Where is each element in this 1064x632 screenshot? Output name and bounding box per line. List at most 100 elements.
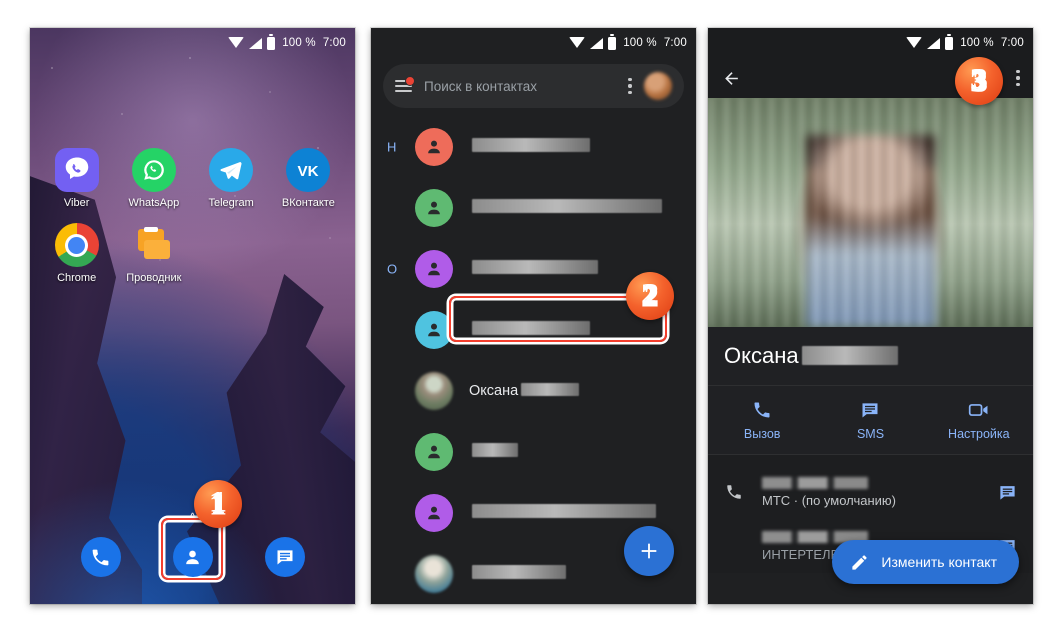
vk-icon: VK [286,148,331,192]
contact-avatar [415,493,453,532]
contact-avatar [415,188,453,227]
action-label: Настройка [948,427,1010,441]
step-marker-3: 3 [955,57,1003,105]
action-call[interactable]: Вызов [708,386,816,454]
contact-list-item[interactable]: Оксана [371,360,696,421]
app-grid: Viber WhatsApp Telegram VK ВКонтакте Chr… [30,148,355,284]
hamburger-icon[interactable] [395,75,415,93]
contact-avatar [415,371,453,410]
edit-contact-label: Изменить контакт [881,554,997,570]
signal-icon [927,37,941,49]
contact-name-header: Оксана [708,327,1033,386]
kebab-icon[interactable] [1016,69,1020,87]
redacted-surname [801,346,898,365]
phone-home-screen: 100 % 7:00 Viber WhatsApp Telegram VK ВК… [30,28,355,604]
clock-label: 7:00 [1000,37,1024,49]
step-marker-1: 1 [194,480,242,528]
search-input[interactable]: Поиск в контактах [424,79,616,94]
edit-contact-fab[interactable]: Изменить контакт [832,540,1019,584]
redacted-text [472,443,518,457]
app-telegram[interactable]: Telegram [193,148,270,209]
file-explorer-icon [132,223,176,267]
message-icon[interactable] [998,483,1017,502]
action-video-setup[interactable]: Настройка [925,386,1033,454]
phone-number-info: МТС · (по умолчанию) [762,476,980,508]
wifi-icon [228,37,245,48]
svg-text:VK: VK [298,163,319,180]
dock-slot-messages[interactable] [254,528,316,586]
redacted-text [472,321,590,335]
contact-name [469,199,662,216]
contact-list-item[interactable] [371,421,696,482]
home-dock [30,528,355,586]
status-bar-home: 100 % 7:00 [30,28,355,58]
contacts-icon [172,537,213,577]
contact-name-text: Оксана [724,343,799,368]
redacted-text [472,260,598,274]
app-vkontakte[interactable]: VK ВКонтакте [270,148,347,209]
whatsapp-icon [131,148,176,192]
action-label: SMS [856,427,885,441]
contact-list-item[interactable]: Н [371,116,696,177]
contact-name [469,138,590,155]
wifi-icon [569,37,586,48]
contact-avatar [415,249,453,288]
app-label: ВКонтакте [281,197,335,209]
chrome-icon [54,223,99,267]
dock-slot-contacts[interactable] [162,528,224,586]
account-avatar[interactable] [644,72,672,100]
section-letter: О [387,261,398,276]
contact-action-bar: Вызов SMS Настройка [708,386,1033,455]
screenshot-stage: 100 % 7:00 Viber WhatsApp Telegram VK ВК… [0,0,1064,632]
contact-name [469,260,598,277]
phone-icon [80,537,121,577]
clock-label: 7:00 [322,37,346,49]
contact-avatar [415,554,453,593]
add-contact-fab[interactable] [624,526,674,576]
wifi-icon [906,37,923,48]
app-chrome[interactable]: Chrome [38,223,115,284]
redacted-phone-number [762,476,868,489]
battery-percent-label: 100 % [960,37,994,49]
app-viber[interactable]: Viber [38,148,115,209]
action-sms[interactable]: SMS [816,386,924,454]
redacted-text [472,565,566,579]
contact-avatar [415,310,453,349]
battery-icon [945,34,954,50]
clock-label: 7:00 [663,37,687,49]
page-title: Оксана [724,343,1017,369]
dock-slot-phone[interactable] [70,528,132,586]
photo-blur-overlay [708,98,1033,327]
redacted-text [472,199,662,213]
redacted-text [472,138,590,152]
redacted-text [472,504,656,518]
kebab-icon[interactable] [628,77,632,95]
notification-dot [405,75,415,86]
contacts-search-bar[interactable]: Поиск в контактах [383,64,684,108]
contact-name [469,321,590,338]
contact-name [469,565,566,582]
app-label: Viber [63,197,90,209]
battery-icon [267,34,276,50]
battery-percent-label: 100 % [623,37,657,49]
contact-name [469,443,518,460]
app-whatsapp[interactable]: WhatsApp [115,148,192,209]
contact-list-item[interactable] [371,177,696,238]
section-letter: Н [387,139,397,154]
signal-icon [249,37,263,49]
contact-avatar [415,432,453,471]
phone-icon [754,402,770,418]
signal-icon [590,37,604,49]
phone-icon [724,483,744,501]
app-drawer-chevron-icon[interactable]: ^ [30,511,355,524]
contact-detail-screen: 100 % 7:00 Оксана Вызов SMS Настройка МТ… [708,28,1033,604]
phone-number-row[interactable]: МТС · (по умолчанию) [708,465,1033,519]
action-label: Вызов [743,427,781,441]
back-arrow-icon[interactable] [721,69,742,88]
app-label: Telegram [208,197,254,209]
messages-icon [264,537,305,577]
app-label: Проводник [126,272,182,284]
step-marker-2: 2 [626,272,674,320]
message-icon [862,403,878,418]
app-file-explorer[interactable]: Проводник [115,223,192,284]
